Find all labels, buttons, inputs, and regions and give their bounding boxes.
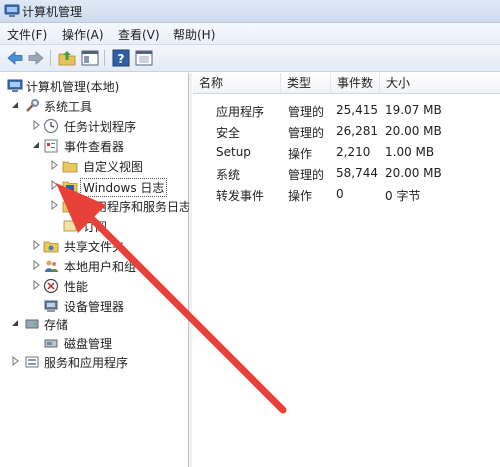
collapsed-arrow-icon[interactable] — [32, 120, 40, 130]
cell-size: 20.00 MB — [385, 124, 442, 138]
tree-label-system-tools: 系统工具 — [44, 100, 93, 114]
forward-arrow-icon[interactable] — [26, 48, 46, 68]
tree-label-device-manager: 设备管理器 — [64, 300, 125, 314]
table-row[interactable]: 系统 管理的 58,744 20.00 MB — [193, 164, 500, 184]
pane-splitter[interactable] — [189, 73, 192, 467]
window-title: 计算机管理 — [22, 5, 83, 19]
cell-name: 转发事件 — [216, 189, 265, 203]
collapsed-arrow-icon[interactable] — [32, 260, 40, 270]
cell-count: 58,744 — [336, 166, 378, 180]
navigation-tree: 计算机管理(本地) 系统工具 任务计划程序 事件查看器 自定义视图 Window… — [0, 73, 192, 467]
cell-count: 2,210 — [336, 145, 371, 159]
tree-label-disk-management: 磁盘管理 — [64, 337, 113, 351]
table-row[interactable]: 应用程序 管理的 25,415 19.07 MB — [193, 101, 500, 121]
tools-icon — [26, 99, 39, 112]
tree-label-custom-views: 自定义视图 — [83, 160, 144, 174]
expanded-arrow-icon[interactable] — [11, 100, 19, 110]
performance-icon — [43, 278, 59, 294]
cell-type: 管理的 — [288, 126, 325, 140]
device-manager-icon — [44, 300, 58, 312]
computer-management-icon — [7, 79, 23, 92]
menu-view[interactable]: 查看(V) — [118, 26, 160, 43]
tree-label-subscriptions: 订阅 — [83, 220, 108, 234]
cell-count: 25,415 — [336, 103, 378, 117]
cell-type: 操作 — [288, 147, 313, 161]
properties-icon[interactable] — [134, 48, 154, 68]
users-icon — [45, 260, 58, 272]
column-header-name[interactable]: 名称 — [193, 73, 281, 93]
tree-label-local-users: 本地用户和组 — [64, 260, 137, 274]
menu-file[interactable]: 文件(F) — [7, 26, 47, 43]
folder-icon — [62, 161, 78, 173]
collapsed-arrow-icon[interactable] — [50, 160, 58, 170]
column-header-size[interactable]: 大小 — [380, 73, 500, 93]
tree-label-services-apps: 服务和应用程序 — [44, 356, 129, 370]
table-row[interactable]: 安全 管理的 26,281 20.00 MB — [193, 122, 500, 142]
list-header: 名称 类型 事件数 大小 — [193, 73, 500, 94]
up-folder-icon[interactable] — [57, 48, 77, 68]
collapsed-arrow-icon[interactable] — [32, 240, 40, 250]
column-header-count[interactable]: 事件数 — [331, 73, 380, 93]
collapsed-arrow-icon[interactable] — [32, 280, 40, 290]
cell-count: 0 — [336, 187, 344, 201]
column-header-type[interactable]: 类型 — [281, 73, 331, 93]
tree-label-shared-folders: 共享文件夹 — [64, 240, 125, 254]
toolbar-separator — [104, 50, 105, 66]
toolbar-separator — [50, 50, 51, 66]
computer-management-icon — [4, 4, 20, 17]
collapsed-arrow-icon[interactable] — [50, 180, 58, 190]
tree-label-windows-logs: Windows 日志 — [80, 178, 168, 197]
title-bar: 计算机管理 — [0, 0, 500, 23]
menu-bar: 文件(F) 操作(A) 查看(V) 帮助(H) — [0, 23, 500, 45]
expanded-arrow-icon[interactable] — [11, 318, 19, 328]
services-icon — [25, 356, 39, 368]
cell-type: 操作 — [288, 189, 313, 203]
log-folder-icon — [62, 181, 78, 193]
tree-label-app-service-logs: 应用程序和服务日志 — [83, 200, 192, 214]
clock-icon — [43, 118, 59, 134]
tree-label-task-scheduler: 任务计划程序 — [64, 120, 137, 134]
cell-name: 系统 — [216, 168, 241, 182]
cell-size: 0 字节 — [385, 189, 421, 203]
menu-help[interactable]: 帮助(H) — [173, 26, 215, 43]
tree-label-event-viewer: 事件查看器 — [64, 140, 125, 154]
cell-name: Setup — [216, 145, 251, 159]
subscriptions-icon — [63, 220, 77, 232]
expanded-arrow-icon[interactable] — [32, 140, 40, 150]
collapsed-arrow-icon[interactable] — [11, 356, 19, 366]
log-list: 名称 类型 事件数 大小 应用程序 管理的 25,415 19.07 MB 安全… — [193, 73, 500, 467]
menu-action[interactable]: 操作(A) — [62, 26, 104, 43]
cell-size: 19.07 MB — [385, 103, 442, 117]
tree-label-performance: 性能 — [64, 280, 89, 294]
cell-name: 安全 — [216, 126, 241, 140]
cell-type: 管理的 — [288, 105, 325, 119]
folder-icon — [62, 201, 78, 213]
table-row[interactable]: Setup 操作 2,210 1.00 MB — [193, 143, 500, 163]
table-row[interactable]: 转发事件 操作 0 0 字节 — [193, 185, 500, 205]
tree-label-root: 计算机管理(本地) — [26, 80, 120, 94]
show-hide-tree-icon[interactable] — [80, 48, 100, 68]
tree-label-storage: 存储 — [44, 318, 69, 332]
cell-type: 管理的 — [288, 168, 325, 182]
disk-management-icon — [44, 339, 58, 348]
svg-text:?: ? — [118, 52, 125, 66]
event-viewer-icon — [44, 139, 58, 153]
back-arrow-icon[interactable] — [5, 48, 25, 68]
storage-icon — [25, 319, 39, 329]
collapsed-arrow-icon[interactable] — [50, 200, 58, 210]
toolbar: ? — [0, 45, 500, 72]
cell-count: 26,281 — [336, 124, 378, 138]
cell-size: 20.00 MB — [385, 166, 442, 180]
shared-folder-icon — [43, 241, 59, 253]
cell-size: 1.00 MB — [385, 145, 435, 159]
cell-name: 应用程序 — [216, 105, 265, 119]
help-icon[interactable]: ? — [111, 48, 131, 68]
